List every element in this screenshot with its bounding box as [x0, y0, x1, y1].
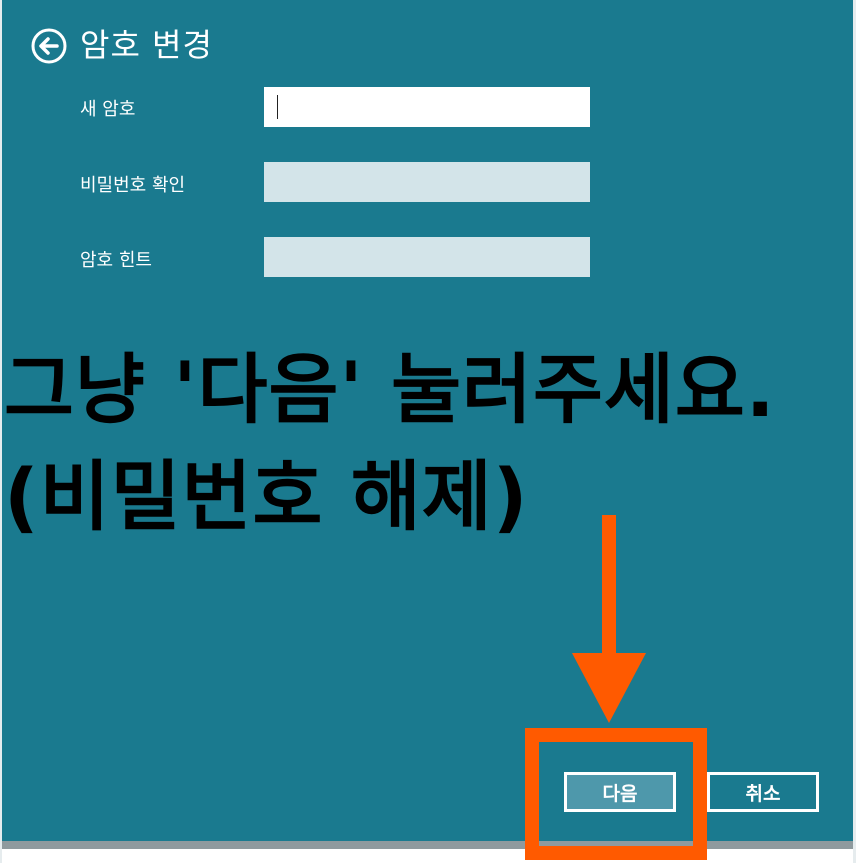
instruction-caption-line1: 그냥 '다음' 눌러주세요.: [4, 345, 776, 434]
next-button-highlight-box: [525, 728, 707, 860]
down-arrow-icon: [572, 515, 646, 723]
password-hint-label: 암호 힌트: [80, 250, 152, 271]
confirm-password-input[interactable]: [264, 162, 590, 202]
text-cursor: [277, 95, 278, 119]
confirm-password-label: 비밀번호 확인: [80, 175, 186, 196]
cancel-button[interactable]: 취소: [707, 772, 819, 812]
password-hint-input[interactable]: [264, 237, 590, 277]
instruction-caption-line2: (비밀번호 해제): [4, 452, 529, 541]
new-password-label: 새 암호: [80, 99, 136, 120]
panel-bottom-edge: [2, 841, 853, 849]
back-arrow-circle-icon[interactable]: [30, 27, 68, 65]
page-title: 암호 변경: [80, 26, 213, 64]
new-password-input[interactable]: [264, 87, 590, 127]
